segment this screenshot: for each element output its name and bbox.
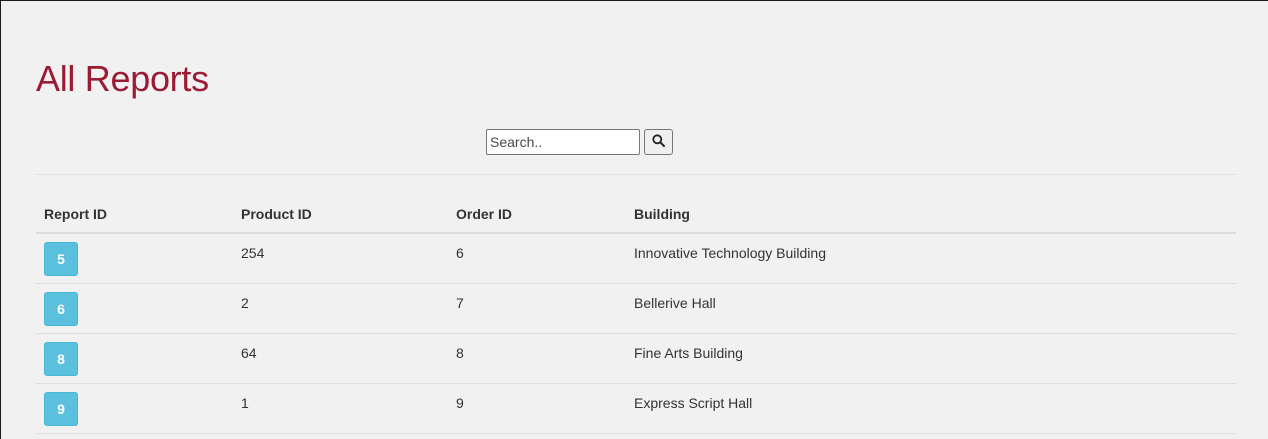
order-id-cell: 7 (448, 283, 626, 334)
search-bar (486, 129, 673, 155)
page-title: All Reports (36, 58, 209, 99)
report-id-button[interactable]: 9 (44, 391, 78, 426)
report-id-cell: 5 (36, 233, 233, 284)
report-id-button[interactable]: 5 (44, 242, 78, 276)
table-row: 8 64 8 Fine Arts Building (36, 333, 1236, 384)
column-header-order-id: Order ID (448, 195, 626, 234)
search-input[interactable] (486, 129, 640, 155)
table-row: 6 2 7 Bellerive Hall (36, 283, 1236, 334)
search-button[interactable] (644, 129, 673, 155)
table-row: 9 1 9 Express Script Hall (36, 383, 1236, 434)
building-cell: Fine Arts Building (626, 333, 1236, 384)
product-id-cell: 2 (233, 283, 448, 334)
reports-table: Report ID Product ID Order ID Building 5… (36, 195, 1236, 434)
order-id-cell: 8 (448, 333, 626, 384)
building-cell: Express Script Hall (626, 383, 1236, 434)
product-id-cell: 254 (233, 233, 448, 284)
report-id-cell: 8 (36, 333, 233, 384)
divider (36, 174, 1236, 175)
product-id-cell: 1 (233, 383, 448, 434)
table-header-row: Report ID Product ID Order ID Building (36, 195, 1236, 234)
building-cell: Innovative Technology Building (626, 233, 1236, 284)
building-cell: Bellerive Hall (626, 283, 1236, 334)
column-header-building: Building (626, 195, 1236, 234)
report-id-button[interactable]: 6 (44, 291, 78, 326)
column-header-product-id: Product ID (233, 195, 448, 234)
report-id-cell: 9 (36, 383, 233, 434)
search-icon (652, 134, 665, 150)
order-id-cell: 9 (448, 383, 626, 434)
column-header-report-id: Report ID (36, 195, 233, 234)
order-id-cell: 6 (448, 233, 626, 284)
report-id-cell: 6 (36, 283, 233, 334)
table-row: 5 254 6 Innovative Technology Building (36, 233, 1236, 284)
product-id-cell: 64 (233, 333, 448, 384)
report-id-button[interactable]: 8 (44, 341, 78, 376)
